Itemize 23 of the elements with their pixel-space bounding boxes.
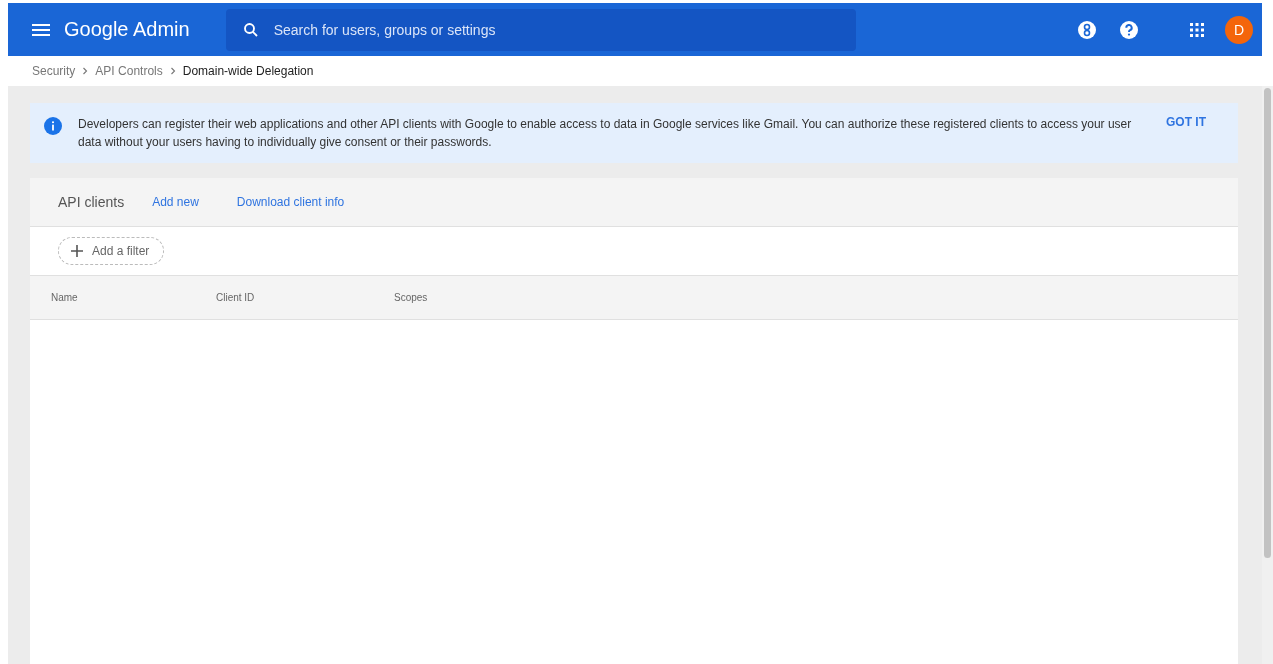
apps-grid-icon[interactable] — [1189, 21, 1205, 38]
column-header[interactable]: Scopes — [394, 292, 428, 303]
column-header[interactable]: Client ID — [216, 292, 394, 303]
panel-link[interactable]: Add new — [152, 195, 199, 209]
chevron-icon — [169, 67, 176, 75]
breadcrumb-current: Domain-wide Delegation — [182, 64, 314, 78]
breadcrumb-link[interactable]: Security — [32, 64, 76, 78]
column-header[interactable]: Name — [51, 292, 216, 303]
chevron-icon — [82, 67, 89, 75]
banner-text: Developers can register their web applications and other API clients with Google to enable access to data in Google services like Gmail. You can authorize these registered clients to access your user data without your users having to individually give consent or their passwords. — [78, 116, 1133, 151]
help-icon[interactable] — [1119, 19, 1139, 40]
search-field[interactable]: Search for users, groups or settings — [225, 8, 856, 51]
plus-icon — [71, 245, 83, 257]
account-avatar[interactable]: D — [1225, 15, 1253, 44]
panel-title: API clients — [58, 194, 125, 210]
breadcrumb-link[interactable]: API Controls — [95, 64, 163, 78]
menu-icon[interactable] — [32, 23, 50, 36]
scrollbar[interactable] — [1262, 86, 1273, 664]
info-icon — [44, 117, 62, 135]
product-name[interactable]: Google Admin — [64, 18, 190, 41]
got-it-button[interactable]: GOT IT — [1166, 115, 1206, 129]
panel-link[interactable]: Download client info — [236, 195, 345, 209]
add-filter-button[interactable]: Add a filter — [58, 237, 165, 265]
